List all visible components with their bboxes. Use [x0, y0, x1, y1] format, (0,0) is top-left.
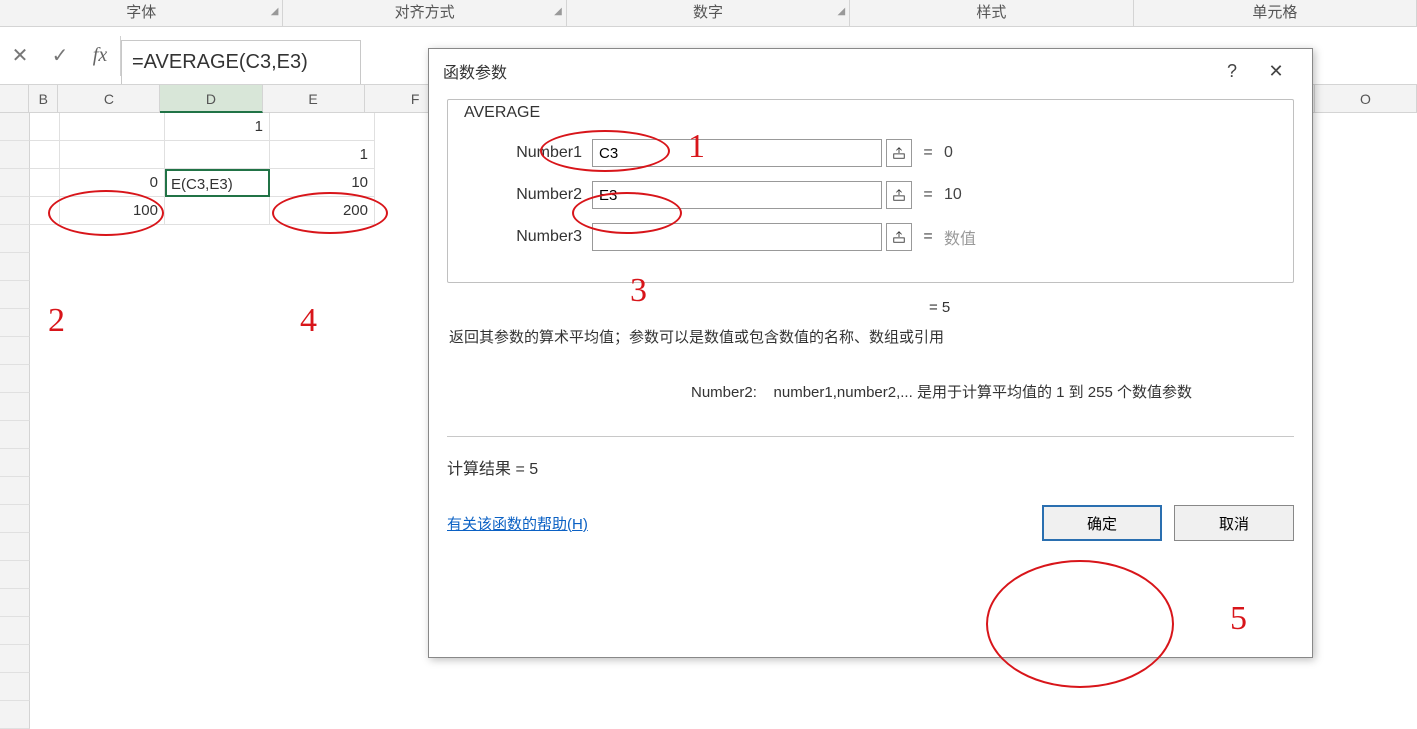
cell[interactable] [60, 113, 165, 141]
cell[interactable]: 200 [270, 197, 375, 225]
separator [447, 436, 1294, 437]
col-header[interactable]: C [58, 85, 160, 113]
range-picker-button[interactable] [886, 139, 912, 167]
cell[interactable]: 10 [270, 169, 375, 197]
cell[interactable] [165, 197, 270, 225]
row-header[interactable] [0, 169, 30, 197]
col-header[interactable]: D [160, 85, 262, 113]
ribbon-tab-font[interactable]: 字体 ◢ [0, 0, 283, 26]
argument-result: 10 [944, 186, 962, 204]
formula-input[interactable]: =AVERAGE(C3,E3) [121, 40, 361, 84]
equals-sign: = [912, 144, 944, 162]
launcher-icon[interactable]: ◢ [554, 0, 562, 24]
ok-button[interactable]: 确定 [1042, 505, 1162, 541]
formula-result: 计算结果 = 5 [447, 455, 1294, 479]
equals-sign: = [912, 186, 944, 204]
help-icon: ? [1227, 61, 1237, 82]
col-header[interactable]: O [1315, 85, 1417, 113]
ribbon: 字体 ◢ 对齐方式 ◢ 数字 ◢ 样式 单元格 [0, 0, 1417, 27]
cell[interactable]: 0 [60, 169, 165, 197]
active-cell[interactable]: E(C3,E3) [165, 169, 270, 197]
select-all-corner[interactable] [0, 85, 29, 113]
cell[interactable] [60, 141, 165, 169]
cell[interactable] [30, 197, 60, 225]
launcher-icon[interactable]: ◢ [271, 0, 279, 24]
argument-result: 0 [944, 144, 953, 162]
argument-result: 数值 [944, 225, 976, 249]
cell[interactable]: 1 [270, 141, 375, 169]
close-icon: ✕ [1268, 61, 1283, 82]
confirm-formula-button[interactable]: ✓ [40, 28, 80, 84]
arg-help-label: Number2: [691, 384, 757, 401]
range-picker-button[interactable] [886, 223, 912, 251]
function-help-link[interactable]: 有关该函数的帮助(H) [447, 513, 588, 534]
function-arguments-dialog: 函数参数 ? ✕ AVERAGE Number1 = 0 Number2 [428, 48, 1313, 658]
argument-row: Number2 = 10 [464, 174, 1277, 216]
function-name: AVERAGE [464, 104, 1277, 122]
subtotal: = 5 [449, 299, 1292, 316]
cancel-formula-button[interactable]: ✕ [0, 28, 40, 84]
cell[interactable]: 100 [60, 197, 165, 225]
argument-input-number2[interactable] [592, 181, 882, 209]
argument-input-number3[interactable] [592, 223, 882, 251]
collapse-dialog-icon [892, 146, 906, 160]
formula-text: =AVERAGE(C3,E3) [132, 51, 308, 74]
ribbon-tab-alignment[interactable]: 对齐方式 ◢ [283, 0, 566, 26]
arg-help-text: number1,number2,... 是用于计算平均值的 1 到 255 个数… [774, 384, 1192, 401]
cancel-button[interactable]: 取消 [1174, 505, 1294, 541]
launcher-icon[interactable]: ◢ [838, 0, 846, 24]
argument-label: Number3 [464, 228, 592, 246]
ribbon-tab-label: 样式 [976, 4, 1006, 21]
dialog-title: 函数参数 [443, 59, 507, 83]
argument-label: Number1 [464, 144, 592, 162]
ribbon-tab-label: 对齐方式 [395, 4, 455, 21]
check-icon: ✓ [52, 43, 69, 68]
dialog-close-button[interactable]: ✕ [1254, 51, 1298, 91]
cell[interactable] [30, 113, 60, 141]
row-header[interactable] [0, 113, 30, 141]
ribbon-tab-label: 数字 [693, 4, 723, 21]
dialog-titlebar[interactable]: 函数参数 ? ✕ [429, 49, 1312, 93]
dialog-footer: 有关该函数的帮助(H) 确定 取消 [447, 505, 1294, 541]
argument-row: Number3 = 数值 [464, 216, 1277, 258]
col-header[interactable]: B [29, 85, 58, 113]
cell[interactable] [30, 169, 60, 197]
cancel-icon: ✕ [12, 43, 29, 68]
fx-icon: fx [93, 44, 107, 67]
cell[interactable]: 1 [165, 113, 270, 141]
equals-sign: = [912, 228, 944, 246]
range-picker-button[interactable] [886, 181, 912, 209]
argument-input-number1[interactable] [592, 139, 882, 167]
dialog-help-button[interactable]: ? [1210, 51, 1254, 91]
ribbon-tab-style[interactable]: 样式 [850, 0, 1133, 26]
cell[interactable] [270, 113, 375, 141]
dialog-body: AVERAGE Number1 = 0 Number2 = 10 [429, 93, 1312, 657]
collapse-dialog-icon [892, 230, 906, 244]
cell[interactable] [30, 141, 60, 169]
ribbon-tab-label: 单元格 [1252, 4, 1297, 21]
row-header[interactable] [0, 197, 30, 225]
ribbon-tab-cells[interactable]: 单元格 [1134, 0, 1417, 26]
row-header[interactable] [0, 141, 30, 169]
collapse-dialog-icon [892, 188, 906, 202]
function-description: 返回其参数的算术平均值；参数可以是数值或包含数值的名称、数组或引用 [449, 326, 1292, 347]
argument-label: Number2 [464, 186, 592, 204]
argument-row: Number1 = 0 [464, 132, 1277, 174]
cell[interactable] [165, 141, 270, 169]
ribbon-tab-number[interactable]: 数字 ◢ [567, 0, 850, 26]
result-value: 5 [529, 461, 538, 478]
result-label: 计算结果 = [447, 461, 529, 478]
arguments-group: AVERAGE Number1 = 0 Number2 = 10 [447, 99, 1294, 283]
dialog-description-area: = 5 返回其参数的算术平均值；参数可以是数值或包含数值的名称、数组或引用 Nu… [447, 293, 1294, 408]
ribbon-tab-label: 字体 [126, 4, 156, 21]
col-header[interactable]: E [263, 85, 365, 113]
insert-function-button[interactable]: fx [80, 28, 120, 84]
